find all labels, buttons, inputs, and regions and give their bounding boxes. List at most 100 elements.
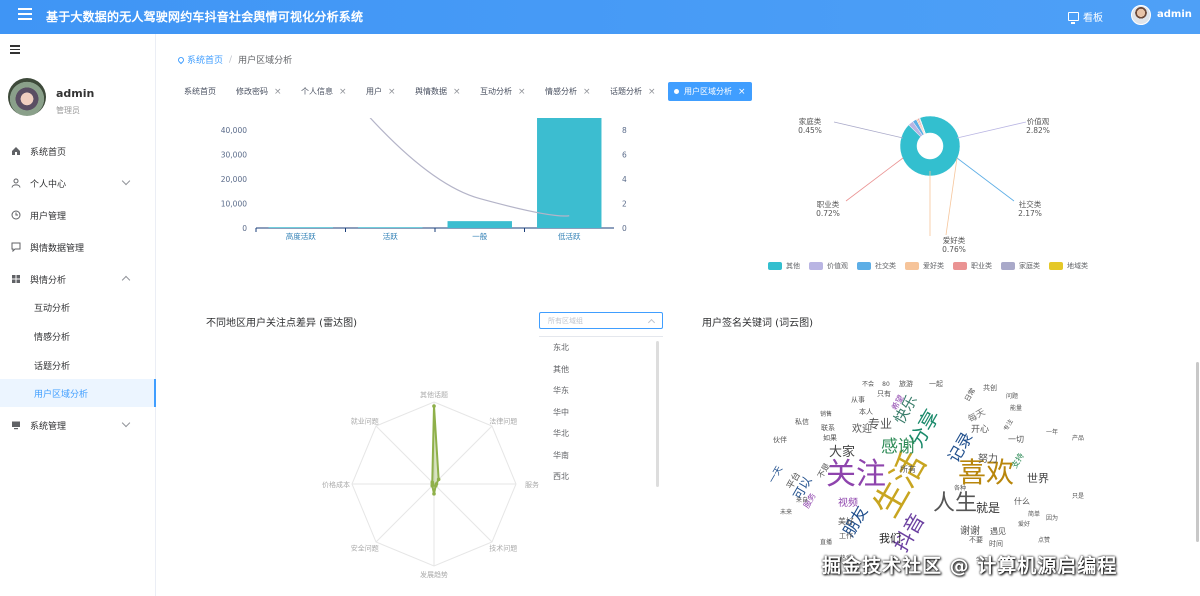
x-tick-label: 低活跃 — [558, 231, 581, 241]
legend-swatch — [1001, 262, 1015, 270]
close-icon[interactable]: × — [518, 87, 526, 97]
dashboard-link[interactable]: 看板 — [1068, 9, 1103, 24]
chevron-down-icon — [121, 418, 131, 428]
close-icon[interactable]: × — [274, 87, 282, 97]
header-avatar[interactable] — [1131, 5, 1151, 25]
tab-label: 情感分析 — [545, 87, 577, 96]
close-icon[interactable]: × — [339, 87, 347, 97]
tab-user-region-analysis[interactable]: 用户区域分析 × — [668, 82, 752, 101]
sidebar-item-profile-center[interactable]: 个人中心 — [0, 171, 156, 195]
dropdown-option[interactable]: 华南 — [539, 445, 663, 467]
pie-label-name: 家庭类 — [799, 116, 822, 126]
sidebar-item-user-management[interactable]: 用户管理 — [0, 203, 156, 227]
wordcloud-chart-title: 用户签名关键词 (词云图) — [702, 318, 813, 329]
radar-indicator-label: 发展趋势 — [420, 570, 448, 579]
wordcloud-word: 爱好 — [1018, 520, 1030, 528]
legend-item[interactable]: 职业类 — [953, 261, 992, 271]
legend-item[interactable]: 价值观 — [809, 261, 848, 271]
wordcloud-word: 来自 — [796, 496, 808, 504]
dropdown-option[interactable]: 华北 — [539, 423, 663, 445]
select-placeholder: 所有区域组 — [548, 317, 583, 325]
dropdown-option[interactable]: 西南 — [539, 488, 663, 491]
sidebar-item-opinion-analysis[interactable]: 舆情分析 — [0, 267, 156, 291]
close-icon[interactable]: × — [388, 87, 396, 97]
dropdown-scrollbar[interactable] — [656, 341, 659, 487]
wordcloud-word: 问题 — [1006, 392, 1018, 400]
wordcloud-word: 日常 — [962, 386, 977, 403]
pie-label-name: 价值观 — [1027, 116, 1050, 126]
wordcloud-word: 视频 — [838, 496, 858, 509]
radar-point — [432, 404, 436, 408]
close-icon[interactable]: × — [738, 87, 746, 97]
y-tick-label: 30,000 — [221, 151, 247, 160]
y2-tick-label: 0 — [622, 224, 627, 233]
tab-sentiment-analysis[interactable]: 情感分析 × — [539, 82, 597, 101]
breadcrumb-current: 用户区域分析 — [238, 56, 293, 66]
monitor-icon — [1068, 12, 1079, 24]
hamburger-menu-icon[interactable] — [18, 8, 32, 22]
radar-indicator-label: 安全问题 — [351, 544, 379, 553]
radar-point — [432, 492, 436, 496]
legend-item[interactable]: 家庭类 — [1001, 261, 1040, 271]
legend-item[interactable]: 地域类 — [1049, 261, 1088, 271]
page-scrollbar[interactable] — [1196, 362, 1199, 542]
wordcloud-word: 简单 — [1028, 510, 1040, 518]
user-avatar — [8, 78, 46, 116]
dropdown-option[interactable]: 西北 — [539, 466, 663, 488]
radar-point — [430, 480, 435, 485]
region-group-select[interactable]: 所有区域组 — [539, 312, 663, 329]
user-icon — [11, 178, 21, 188]
tab-label: 互动分析 — [480, 87, 512, 96]
tab-home[interactable]: 系统首页 — [178, 82, 222, 101]
close-icon[interactable]: × — [583, 87, 591, 97]
legend-item[interactable]: 社交类 — [857, 261, 896, 271]
sidebar-item-label: 个人中心 — [30, 180, 67, 190]
tab-topic-analysis[interactable]: 话题分析 × — [604, 82, 662, 101]
sidebar-item-system-management[interactable]: 系统管理 — [0, 413, 156, 437]
wordcloud-word: 伙伴 — [773, 435, 787, 444]
tab-user[interactable]: 用户 × — [360, 82, 402, 101]
wordcloud-word: 共创 — [983, 383, 997, 392]
y2-tick-label: 2 — [622, 200, 627, 209]
tab-label: 用户区域分析 — [684, 87, 732, 96]
signature-pie-chart: 家庭类0.45% 价值观2.82% 职业类0.72% 社交类2.17% 爱好类0.76% — [798, 115, 1050, 254]
legend-item[interactable]: 爱好类 — [905, 261, 944, 271]
tab-interaction-analysis[interactable]: 互动分析 × — [474, 82, 532, 101]
collapse-sidebar-icon[interactable] — [10, 45, 20, 56]
dropdown-option[interactable]: 华东 — [539, 380, 663, 402]
sidebar-subitem-user-region[interactable]: 用户区域分析 — [0, 379, 156, 407]
tab-personal-info[interactable]: 个人信息 × — [295, 82, 353, 101]
dropdown-option[interactable]: 华中 — [539, 402, 663, 424]
radar-chart-title: 不同地区用户关注点差异 (雷达图) — [206, 318, 357, 329]
y-tick-label: 10,000 — [221, 200, 247, 209]
tab-change-password[interactable]: 修改密码 × — [230, 82, 288, 101]
sidebar-item-opinion-data[interactable]: 舆情数据管理 — [0, 235, 156, 259]
dropdown-option[interactable]: 其他 — [539, 359, 663, 381]
sidebar-subitem-topic[interactable]: 话题分析 — [0, 352, 156, 378]
header-username[interactable]: admin — [1157, 9, 1192, 20]
tab-label: 舆情数据 — [415, 87, 447, 96]
close-icon[interactable]: × — [453, 87, 461, 97]
tab-label: 修改密码 — [236, 87, 268, 96]
radar-point — [433, 483, 438, 488]
close-icon[interactable]: × — [648, 87, 656, 97]
radar-indicator-label: 法律问题 — [489, 416, 517, 425]
bar — [447, 221, 512, 228]
sidebar-item-home[interactable]: 系统首页 — [0, 139, 156, 163]
wordcloud-word: 未来 — [780, 508, 792, 516]
dropdown-option[interactable]: 东北 — [539, 337, 663, 359]
sidebar-subitem-sentiment[interactable]: 情感分析 — [0, 323, 156, 349]
tab-opinion-data[interactable]: 舆情数据 × — [409, 82, 467, 101]
sidebar-subitem-interaction[interactable]: 互动分析 — [0, 294, 156, 320]
sidebar-item-label: 系统首页 — [30, 148, 67, 158]
wordcloud-word: 联系 — [821, 423, 835, 432]
sidebar-item-label: 舆情分析 — [30, 276, 67, 286]
sidebar: admin 管理员 系统首页 个人中心 用户管理 舆情数据管理 舆情分析 互动分… — [0, 34, 156, 596]
tab-label: 用户 — [366, 87, 382, 96]
breadcrumb-home[interactable]: 系统首页 — [176, 53, 224, 66]
radar-axis — [375, 425, 435, 485]
wordcloud-word: 80 — [882, 381, 890, 388]
breadcrumb-home-label: 系统首页 — [187, 56, 224, 66]
legend-item[interactable]: 其他 — [768, 261, 800, 271]
pie-legend: 其他 价值观 社交类 爱好类 职业类 家庭类 地域类 — [768, 261, 1088, 271]
